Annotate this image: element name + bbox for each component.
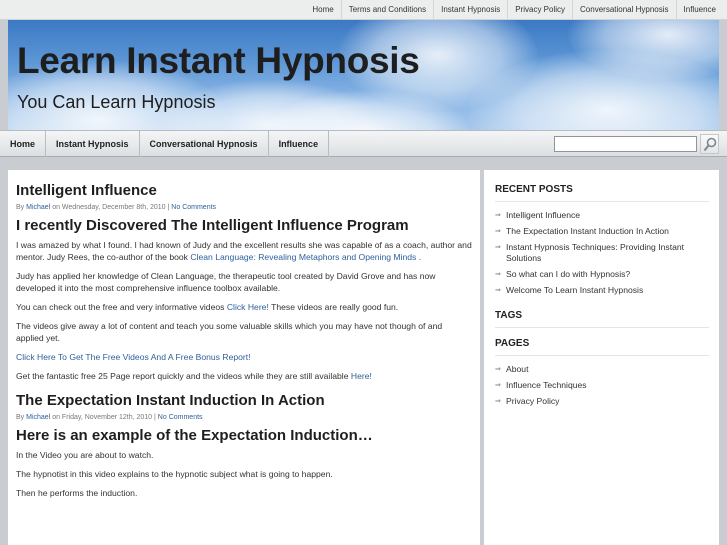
search-input[interactable]	[554, 136, 697, 152]
post-heading: I recently Discovered The Intelligent In…	[16, 217, 409, 234]
main-content: Intelligent Influence By Michael on Wedn…	[8, 170, 480, 545]
widget-title: TAGS	[495, 310, 709, 328]
arrow-bullet-icon: ⇒	[495, 228, 501, 235]
post-paragraph: Get the fantastic free 25 Page report qu…	[16, 370, 472, 382]
post-paragraph: The hypnotist in this video explains to …	[16, 469, 333, 479]
post-paragraph: The videos give away a lot of content an…	[16, 321, 443, 343]
tags-widget: TAGS	[495, 310, 709, 328]
recent-post-item[interactable]: ⇒ Welcome To Learn Instant Hypnosis	[495, 285, 709, 296]
post-paragraph: You can check out the free and very info…	[16, 301, 472, 313]
post-paragraph: In the Video you are about to watch.	[16, 450, 154, 460]
site-header-banner: Learn Instant Hypnosis You Can Learn Hyp…	[8, 20, 719, 130]
post-paragraph: Then he performs the induction.	[16, 488, 138, 498]
main-nav-home[interactable]: Home	[0, 131, 47, 157]
post-author-link[interactable]: Michael	[26, 204, 50, 211]
recent-post-label: Instant Hypnosis Techniques: Providing I…	[506, 242, 685, 263]
post-title[interactable]: Intelligent Influence	[16, 182, 472, 199]
post: The Expectation Instant Induction In Act…	[16, 392, 472, 499]
meta-date: on Wednesday, December 8th, 2010 |	[52, 204, 170, 211]
pages-widget: PAGES ⇒ About ⇒ Influence Techniques ⇒ Priv…	[495, 338, 709, 407]
arrow-bullet-icon: ⇒	[495, 366, 501, 373]
arrow-bullet-icon: ⇒	[495, 271, 501, 278]
page-label: Influence Techniques	[506, 380, 587, 390]
post-paragraph: I was amazed by what I found. I had know…	[16, 239, 472, 263]
videos-click-here-link[interactable]: Click Here!	[227, 302, 269, 312]
book-link[interactable]: Clean Language: Revealing Metaphors and …	[190, 252, 416, 262]
post: Intelligent Influence By Michael on Wedn…	[16, 182, 472, 382]
meta-by: By	[16, 414, 25, 421]
magnifier-icon	[703, 137, 717, 152]
arrow-bullet-icon: ⇒	[495, 287, 501, 294]
widget-title: PAGES	[495, 338, 709, 356]
post-comments-link[interactable]: No Comments	[171, 204, 216, 211]
meta-by: By	[16, 204, 25, 211]
page-item-about[interactable]: ⇒ About	[495, 364, 709, 375]
recent-post-label: The Expectation Instant Induction In Act…	[506, 226, 669, 236]
post-comments-link[interactable]: No Comments	[158, 414, 203, 421]
page-item-privacy-policy[interactable]: ⇒ Privacy Policy	[495, 396, 709, 407]
site-tagline: You Can Learn Hypnosis	[17, 92, 216, 112]
arrow-bullet-icon: ⇒	[495, 382, 501, 389]
post-author-link[interactable]: Michael	[26, 414, 50, 421]
recent-post-item[interactable]: ⇒ Instant Hypnosis Techniques: Providing …	[495, 242, 709, 264]
top-nav-privacy-policy[interactable]: Privacy Policy	[507, 0, 572, 20]
recent-post-item[interactable]: ⇒ So what can I do with Hypnosis?	[495, 269, 709, 280]
paragraph-text: These videos are really good fun.	[268, 302, 399, 312]
main-nav-conversational-hypnosis[interactable]: Conversational Hypnosis	[140, 131, 269, 157]
search-button[interactable]	[700, 134, 719, 154]
recent-posts-widget: RECENT POSTS ⇒ Intelligent Influence ⇒ The…	[495, 184, 709, 296]
site-title[interactable]: Learn Instant Hypnosis	[17, 40, 420, 82]
recent-post-label: Intelligent Influence	[506, 210, 581, 220]
recent-post-label: So what can I do with Hypnosis?	[506, 269, 631, 279]
widget-title: RECENT POSTS	[495, 184, 709, 202]
arrow-bullet-icon: ⇒	[495, 244, 501, 251]
recent-post-item[interactable]: ⇒ The Expectation Instant Induction In Ac…	[495, 226, 709, 237]
top-nav-instant-hypnosis[interactable]: Instant Hypnosis	[433, 0, 507, 20]
meta-date: on Friday, November 12th, 2010 |	[52, 414, 156, 421]
free-videos-cta-link[interactable]: Click Here To Get The Free Videos And A …	[16, 351, 472, 363]
paragraph-text: .	[416, 252, 422, 262]
recent-post-label: Welcome To Learn Instant Hypnosis	[506, 285, 644, 295]
arrow-bullet-icon: ⇒	[495, 398, 501, 405]
sidebar: RECENT POSTS ⇒ Intelligent Influence ⇒ The…	[484, 170, 719, 545]
top-nav-terms[interactable]: Terms and Conditions	[340, 0, 433, 20]
post-meta: By Michael on Wednesday, December 8th, 2…	[16, 204, 472, 211]
page-label: Privacy Policy	[506, 396, 560, 406]
page-item-influence-techniques[interactable]: ⇒ Influence Techniques	[495, 380, 709, 391]
main-nav-instant-hypnosis[interactable]: Instant Hypnosis	[46, 131, 140, 157]
main-nav: Home Instant Hypnosis Conversational Hyp…	[0, 130, 727, 157]
post-title[interactable]: The Expectation Instant Induction In Act…	[16, 392, 472, 409]
top-utility-nav: Home Terms and Conditions Instant Hypnos…	[0, 0, 727, 20]
arrow-bullet-icon: ⇒	[495, 212, 501, 219]
top-nav-home[interactable]: Home	[305, 0, 340, 20]
main-nav-influence[interactable]: Influence	[269, 131, 330, 157]
page-label: About	[506, 364, 529, 374]
recent-post-item[interactable]: ⇒ Intelligent Influence	[495, 210, 709, 221]
top-nav-conversational-hypnosis[interactable]: Conversational Hypnosis	[572, 0, 676, 20]
post-heading: Here is an example of the Expectation In…	[16, 427, 373, 444]
post-paragraph: Judy has applied her knowledge of Clean …	[16, 271, 436, 293]
paragraph-text: Get the fantastic free 25 Page report qu…	[16, 371, 351, 381]
top-nav-influence[interactable]: Influence	[675, 0, 723, 20]
report-here-link[interactable]: Here!	[351, 371, 372, 381]
post-meta: By Michael on Friday, November 12th, 201…	[16, 414, 472, 421]
paragraph-text: You can check out the free and very info…	[16, 302, 227, 312]
